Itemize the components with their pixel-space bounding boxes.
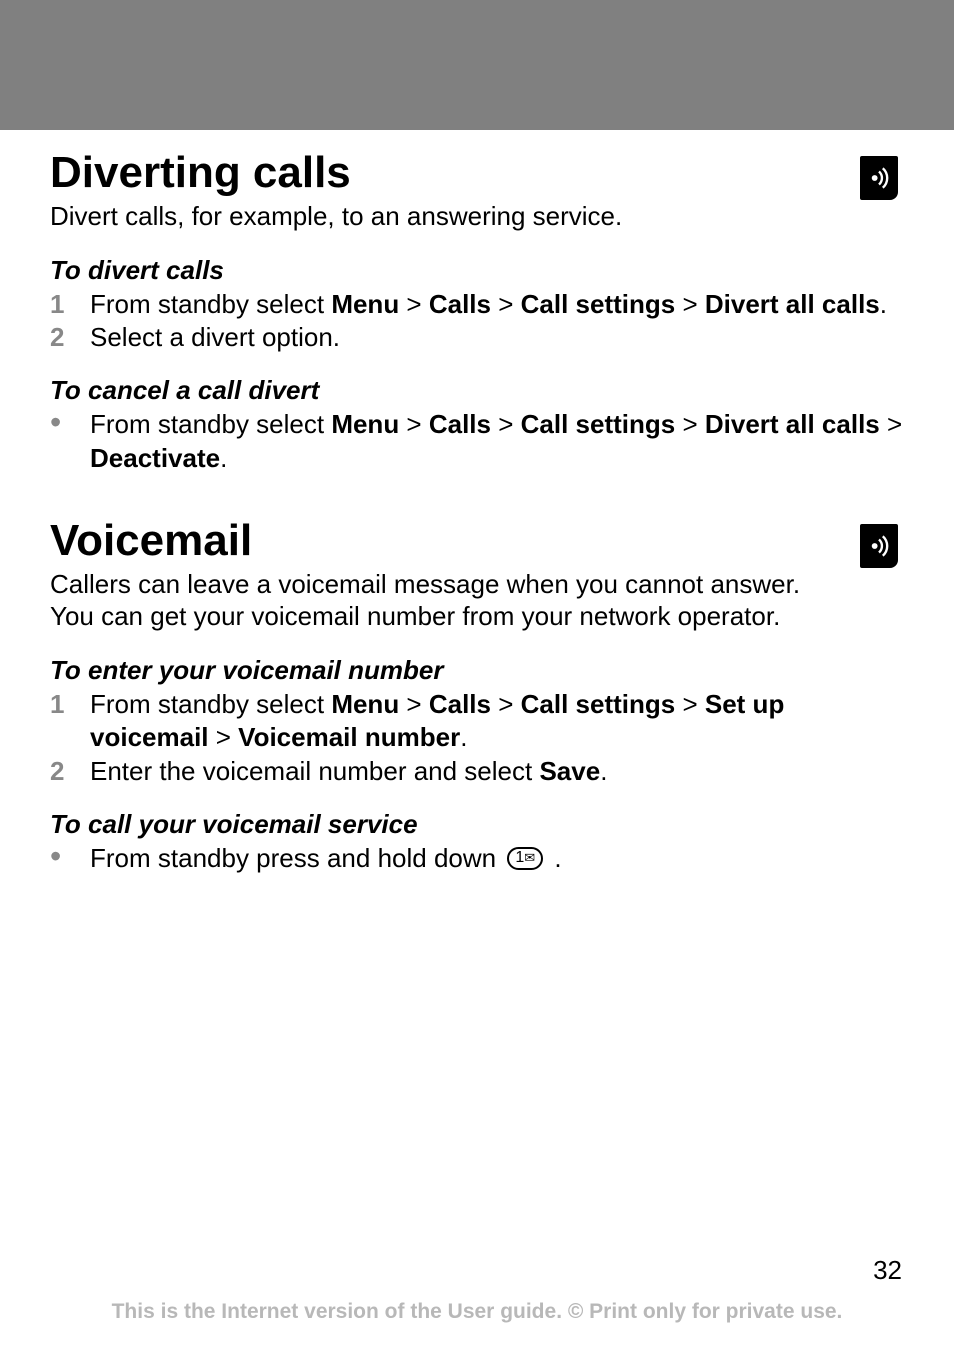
menu-path-word: Calls (429, 689, 491, 719)
footer-notice: This is the Internet version of the User… (50, 1300, 904, 1354)
list-marker: 2 (50, 755, 80, 789)
section-1-sub1-heading: To divert calls (50, 255, 904, 286)
menu-path-word: Menu (331, 689, 399, 719)
section-2-sub1-heading: To enter your voicemail number (50, 655, 904, 686)
list-text: . (554, 843, 561, 873)
list-text: . (880, 289, 887, 319)
sim-signal-icon (860, 156, 898, 200)
list-item: 1 From standby select Menu > Calls > Cal… (50, 688, 904, 756)
section-2-sub2-list: • From standby press and hold down 1✉ . (50, 842, 904, 876)
menu-path-word: Deactivate (90, 443, 220, 473)
menu-path-word: Calls (429, 409, 491, 439)
section-2-sub1-list: 1 From standby select Menu > Calls > Cal… (50, 688, 904, 789)
section-1-sub1-list: 1 From standby select Menu > Calls > Cal… (50, 288, 904, 356)
list-marker: • (50, 408, 80, 437)
list-marker: 1 (50, 688, 80, 722)
list-text: . (220, 443, 227, 473)
section-2-title: Voicemail (50, 516, 252, 566)
section-1-intro: Divert calls, for example, to an answeri… (50, 200, 850, 233)
menu-path-word: Menu (331, 409, 399, 439)
menu-path-word: Call settings (521, 689, 676, 719)
menu-path-word: Call settings (521, 289, 676, 319)
list-text: Select a divert option. (90, 322, 340, 352)
list-item: 2 Enter the voicemail number and select … (50, 755, 904, 789)
section-1-header-row: Diverting calls (50, 140, 904, 200)
page-content: Diverting calls Divert calls, for exampl… (50, 140, 904, 1255)
menu-path-word: Call settings (521, 409, 676, 439)
list-item: • From standby press and hold down 1✉ . (50, 842, 904, 876)
list-text: From standby select (90, 289, 331, 319)
section-2-intro: Callers can leave a voicemail message wh… (50, 568, 850, 633)
section-1-sub2-list: • From standby select Menu > Calls > Cal… (50, 408, 904, 476)
list-text: From standby select (90, 409, 331, 439)
menu-path-word: Menu (331, 289, 399, 319)
section-2: Voicemail Callers can leave a voicemail … (50, 508, 904, 876)
key-digit: 1 (515, 849, 524, 866)
section-1-sub2-heading: To cancel a call divert (50, 375, 904, 406)
list-text: Enter the voicemail number and select (90, 756, 539, 786)
top-margin (0, 0, 954, 130)
page-number: 32 (50, 1255, 904, 1300)
key-1-voicemail-icon: 1✉ (507, 847, 543, 870)
list-text: From standby press and hold down (90, 843, 503, 873)
list-text: . (600, 756, 607, 786)
menu-path-word: Divert all calls (705, 409, 880, 439)
list-marker: 1 (50, 288, 80, 322)
sim-signal-icon (860, 524, 898, 568)
list-item: 2 Select a divert option. (50, 321, 904, 355)
menu-path-word: Voicemail number (238, 722, 460, 752)
menu-path-word: Divert all calls (705, 289, 880, 319)
menu-path-word: Save (539, 756, 600, 786)
menu-path-word: Calls (429, 289, 491, 319)
list-item: 1 From standby select Menu > Calls > Cal… (50, 288, 904, 322)
list-marker: • (50, 842, 80, 871)
section-2-header-row: Voicemail (50, 508, 904, 568)
list-marker: 2 (50, 321, 80, 355)
list-item: • From standby select Menu > Calls > Cal… (50, 408, 904, 476)
page-body: Diverting calls Divert calls, for exampl… (0, 130, 954, 1354)
envelope-icon: ✉ (524, 849, 535, 867)
list-text: . (460, 722, 467, 752)
list-text: From standby select (90, 689, 331, 719)
section-1-title: Diverting calls (50, 148, 351, 198)
section-2-sub2-heading: To call your voicemail service (50, 809, 904, 840)
